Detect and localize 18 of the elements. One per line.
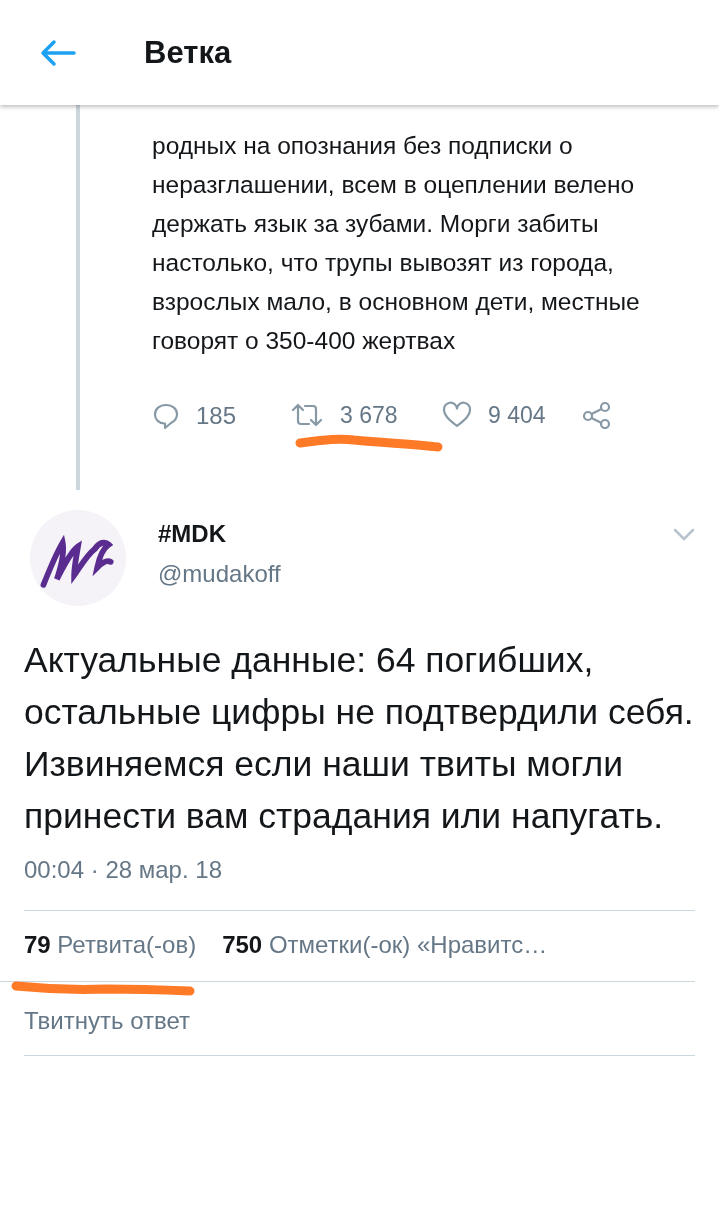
author-name: #MDK xyxy=(158,520,227,548)
stat-count[interactable]: 79 Ретвита(-ов) xyxy=(24,931,197,959)
header-title: Ветка xyxy=(144,34,232,71)
stat-count[interactable]: 750 Отметки(-ок) «Нравитс… xyxy=(222,931,548,959)
tweet-timestamp: 00:04 · 28 мар. 18 xyxy=(24,856,223,884)
reply-field[interactable]: Твитнуть ответ xyxy=(24,985,695,1055)
share-icon[interactable] xyxy=(582,401,612,429)
reply-icon[interactable] xyxy=(152,402,180,430)
heart-icon[interactable] xyxy=(442,401,472,429)
action-count: 3 678 xyxy=(340,401,398,429)
retweet-icon[interactable] xyxy=(290,401,324,429)
author-handle: @mudakoff xyxy=(158,560,281,588)
action-count: 9 404 xyxy=(488,401,546,429)
tweet-text: родных на опознания без подписки о неразглашении, всем в оцеплении велено держать язык за зубами. Морги забиты настолько, что трупы вывозят из города, взрослых мало, в основном дети, местные говорят о 350-400 жертвах xyxy=(152,131,641,356)
back-arrow-icon[interactable] xyxy=(40,38,76,67)
tweet-text: Актуальные данные: 64 погибших, остальные цифры не подтвердили себя. Извиняемся если наши твиты могли принести вам страдания или напугать. xyxy=(24,639,695,838)
action-count: 185 xyxy=(196,402,237,430)
chevron-down-icon[interactable] xyxy=(673,528,695,542)
